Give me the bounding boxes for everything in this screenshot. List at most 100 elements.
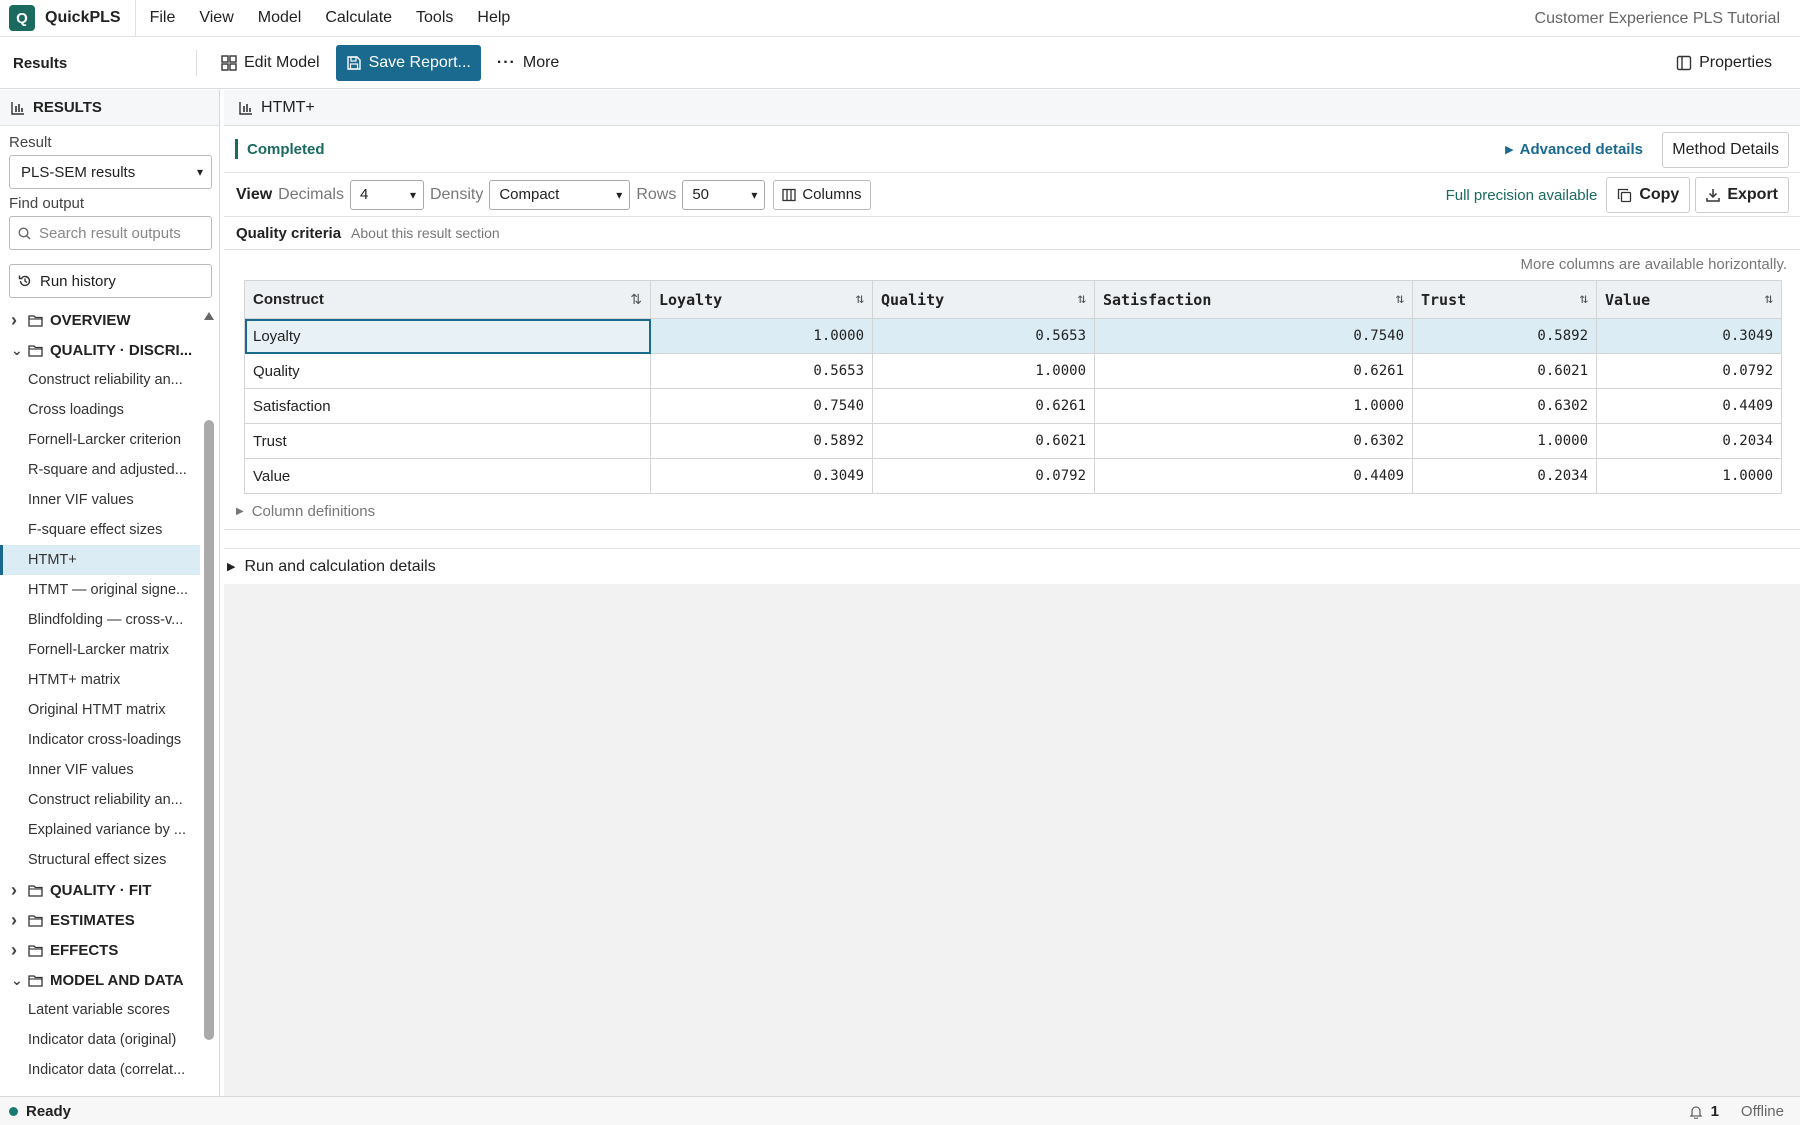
density-select[interactable]: Compact ▾ bbox=[489, 179, 631, 210]
advanced-details-toggle[interactable]: ▶ Advanced details bbox=[1505, 126, 1643, 173]
tree-item[interactable]: Cross loadings bbox=[0, 395, 200, 425]
value-cell[interactable]: 0.7540 bbox=[650, 388, 873, 424]
columns-button[interactable]: Columns bbox=[773, 179, 871, 210]
tree-folder[interactable]: › ESTIMATES bbox=[0, 905, 200, 935]
menu-tools[interactable]: Tools bbox=[404, 0, 465, 37]
tree-folder[interactable]: › EFFECTS bbox=[0, 935, 200, 965]
column-header[interactable]: Satisfaction ⇅ bbox=[1094, 280, 1413, 319]
value-cell[interactable]: 0.3049 bbox=[650, 458, 873, 494]
tree-folder[interactable]: ⌄ QUALITY · DISCRI... bbox=[0, 335, 200, 365]
tree-item[interactable]: HTMT — original signe... bbox=[0, 575, 200, 605]
row-construct-cell[interactable]: Value bbox=[244, 458, 651, 494]
column-header[interactable]: Construct ⇅ bbox=[244, 280, 651, 319]
value-cell[interactable]: 0.7540 bbox=[1094, 318, 1413, 354]
value-cell[interactable]: 0.6021 bbox=[872, 423, 1095, 459]
value-cell[interactable]: 0.2034 bbox=[1412, 458, 1597, 494]
row-construct-cell[interactable]: Loyalty bbox=[244, 318, 651, 354]
sort-icon[interactable]: ⇅ bbox=[630, 291, 642, 308]
value-cell[interactable]: 0.6261 bbox=[872, 388, 1095, 424]
table-row[interactable]: Quality 0.5653 1.0000 0.6261 0.6021 0.0792 bbox=[244, 353, 1782, 389]
value-cell[interactable]: 1.0000 bbox=[650, 318, 873, 354]
tree-item[interactable]: HTMT+ matrix bbox=[0, 665, 200, 695]
sort-icon[interactable]: ⇅ bbox=[1765, 291, 1773, 307]
sidebar-scrollbar[interactable] bbox=[203, 312, 215, 1096]
tree-folder[interactable]: › QUALITY · FIT bbox=[0, 875, 200, 905]
menu-file[interactable]: File bbox=[138, 0, 188, 37]
column-header[interactable]: Quality ⇅ bbox=[872, 280, 1095, 319]
value-cell[interactable]: 0.5892 bbox=[650, 423, 873, 459]
scrollbar-thumb[interactable] bbox=[204, 420, 214, 1040]
tree-item[interactable]: Latent variable scores bbox=[0, 995, 200, 1025]
sort-icon[interactable]: ⇅ bbox=[1580, 291, 1588, 307]
result-select[interactable]: PLS-SEM results ▾ bbox=[9, 155, 212, 189]
row-construct-cell[interactable]: Satisfaction bbox=[244, 388, 651, 424]
sort-icon[interactable]: ⇅ bbox=[856, 291, 864, 307]
tree-item[interactable]: Fornell-Larcker matrix bbox=[0, 635, 200, 665]
tree-item[interactable]: Construct reliability an... bbox=[0, 365, 200, 395]
sort-icon[interactable]: ⇅ bbox=[1396, 291, 1404, 307]
tree-item[interactable]: Indicator data (correlat... bbox=[0, 1055, 200, 1085]
section-about-link[interactable]: About this result section bbox=[351, 225, 500, 241]
tree-item[interactable]: Inner VIF values bbox=[0, 485, 200, 515]
value-cell[interactable]: 1.0000 bbox=[1094, 388, 1413, 424]
run-history-button[interactable]: Run history bbox=[9, 264, 212, 298]
table-row[interactable]: Trust 0.5892 0.6021 0.6302 1.0000 0.2034 bbox=[244, 423, 1782, 459]
decimals-select[interactable]: 4 ▾ bbox=[349, 179, 424, 210]
bell-icon[interactable] bbox=[1688, 1105, 1703, 1119]
row-construct-cell[interactable]: Trust bbox=[244, 423, 651, 459]
scroll-up-arrow-icon[interactable] bbox=[204, 312, 214, 320]
properties-button[interactable]: Properties bbox=[1666, 45, 1782, 81]
column-header[interactable]: Loyalty ⇅ bbox=[650, 280, 873, 319]
tree-item[interactable]: Indicator data (original) bbox=[0, 1025, 200, 1055]
menu-calculate[interactable]: Calculate bbox=[313, 0, 404, 37]
table-row[interactable]: Value 0.3049 0.0792 0.4409 0.2034 1.0000 bbox=[244, 458, 1782, 494]
value-cell[interactable]: 0.5653 bbox=[872, 318, 1095, 354]
value-cell[interactable]: 0.5653 bbox=[650, 353, 873, 389]
sort-icon[interactable]: ⇅ bbox=[1078, 291, 1086, 307]
tree-item[interactable]: Indicator cross-loadings bbox=[0, 725, 200, 755]
value-cell[interactable]: 1.0000 bbox=[1596, 458, 1782, 494]
value-cell[interactable]: 0.6302 bbox=[1094, 423, 1413, 459]
value-cell[interactable]: 0.0792 bbox=[1596, 353, 1782, 389]
value-cell[interactable]: 0.5892 bbox=[1412, 318, 1597, 354]
tree-item[interactable]: Construct reliability an... bbox=[0, 785, 200, 815]
run-details-toggle[interactable]: ▶ Run and calculation details bbox=[224, 548, 1800, 584]
table-row[interactable]: Satisfaction 0.7540 0.6261 1.0000 0.6302 0.44… bbox=[244, 388, 1782, 424]
column-header[interactable]: Trust ⇅ bbox=[1412, 280, 1597, 319]
row-construct-cell[interactable]: Quality bbox=[244, 353, 651, 389]
menu-view[interactable]: View bbox=[187, 0, 245, 37]
tree-item[interactable]: Original HTMT matrix bbox=[0, 695, 200, 725]
value-cell[interactable]: 0.4409 bbox=[1596, 388, 1782, 424]
tree-folder[interactable]: ⌄ MODEL AND DATA bbox=[0, 965, 200, 995]
value-cell[interactable]: 1.0000 bbox=[1412, 423, 1597, 459]
tree-item[interactable]: Fornell-Larcker criterion bbox=[0, 425, 200, 455]
save-report-button[interactable]: Save Report... bbox=[335, 45, 481, 81]
value-cell[interactable]: 0.4409 bbox=[1094, 458, 1413, 494]
value-cell[interactable]: 1.0000 bbox=[872, 353, 1095, 389]
search-input[interactable]: Search result outputs bbox=[9, 216, 212, 250]
table-row[interactable]: Loyalty 1.0000 0.5653 0.7540 0.5892 0.3049 bbox=[244, 318, 1782, 354]
value-cell[interactable]: 0.6302 bbox=[1412, 388, 1597, 424]
value-cell[interactable]: 0.3049 bbox=[1596, 318, 1782, 354]
value-cell[interactable]: 0.2034 bbox=[1596, 423, 1782, 459]
tree-item-active[interactable]: HTMT+ bbox=[0, 545, 200, 575]
more-button[interactable]: ··· More bbox=[487, 45, 569, 81]
edit-model-button[interactable]: Edit Model bbox=[211, 45, 330, 81]
export-button[interactable]: Export bbox=[1695, 177, 1789, 213]
copy-button[interactable]: Copy bbox=[1606, 177, 1691, 213]
column-definitions-toggle[interactable]: ▶ Column definitions bbox=[224, 494, 1800, 530]
menu-help[interactable]: Help bbox=[465, 0, 522, 37]
column-header[interactable]: Value ⇅ bbox=[1596, 280, 1782, 319]
value-cell[interactable]: 0.6261 bbox=[1094, 353, 1413, 389]
tree-item[interactable]: Explained variance by ... bbox=[0, 815, 200, 845]
tree-folder[interactable]: › OVERVIEW bbox=[0, 305, 200, 335]
tree-item[interactable]: Structural effect sizes bbox=[0, 845, 200, 875]
tree-item[interactable]: F-square effect sizes bbox=[0, 515, 200, 545]
value-cell[interactable]: 0.0792 bbox=[872, 458, 1095, 494]
tree-item[interactable]: R-square and adjusted... bbox=[0, 455, 200, 485]
menu-model[interactable]: Model bbox=[246, 0, 314, 37]
method-details-button[interactable]: Method Details bbox=[1662, 132, 1789, 168]
value-cell[interactable]: 0.6021 bbox=[1412, 353, 1597, 389]
tree-item[interactable]: Blindfolding — cross-v... bbox=[0, 605, 200, 635]
rows-select[interactable]: 50 ▾ bbox=[682, 179, 766, 210]
